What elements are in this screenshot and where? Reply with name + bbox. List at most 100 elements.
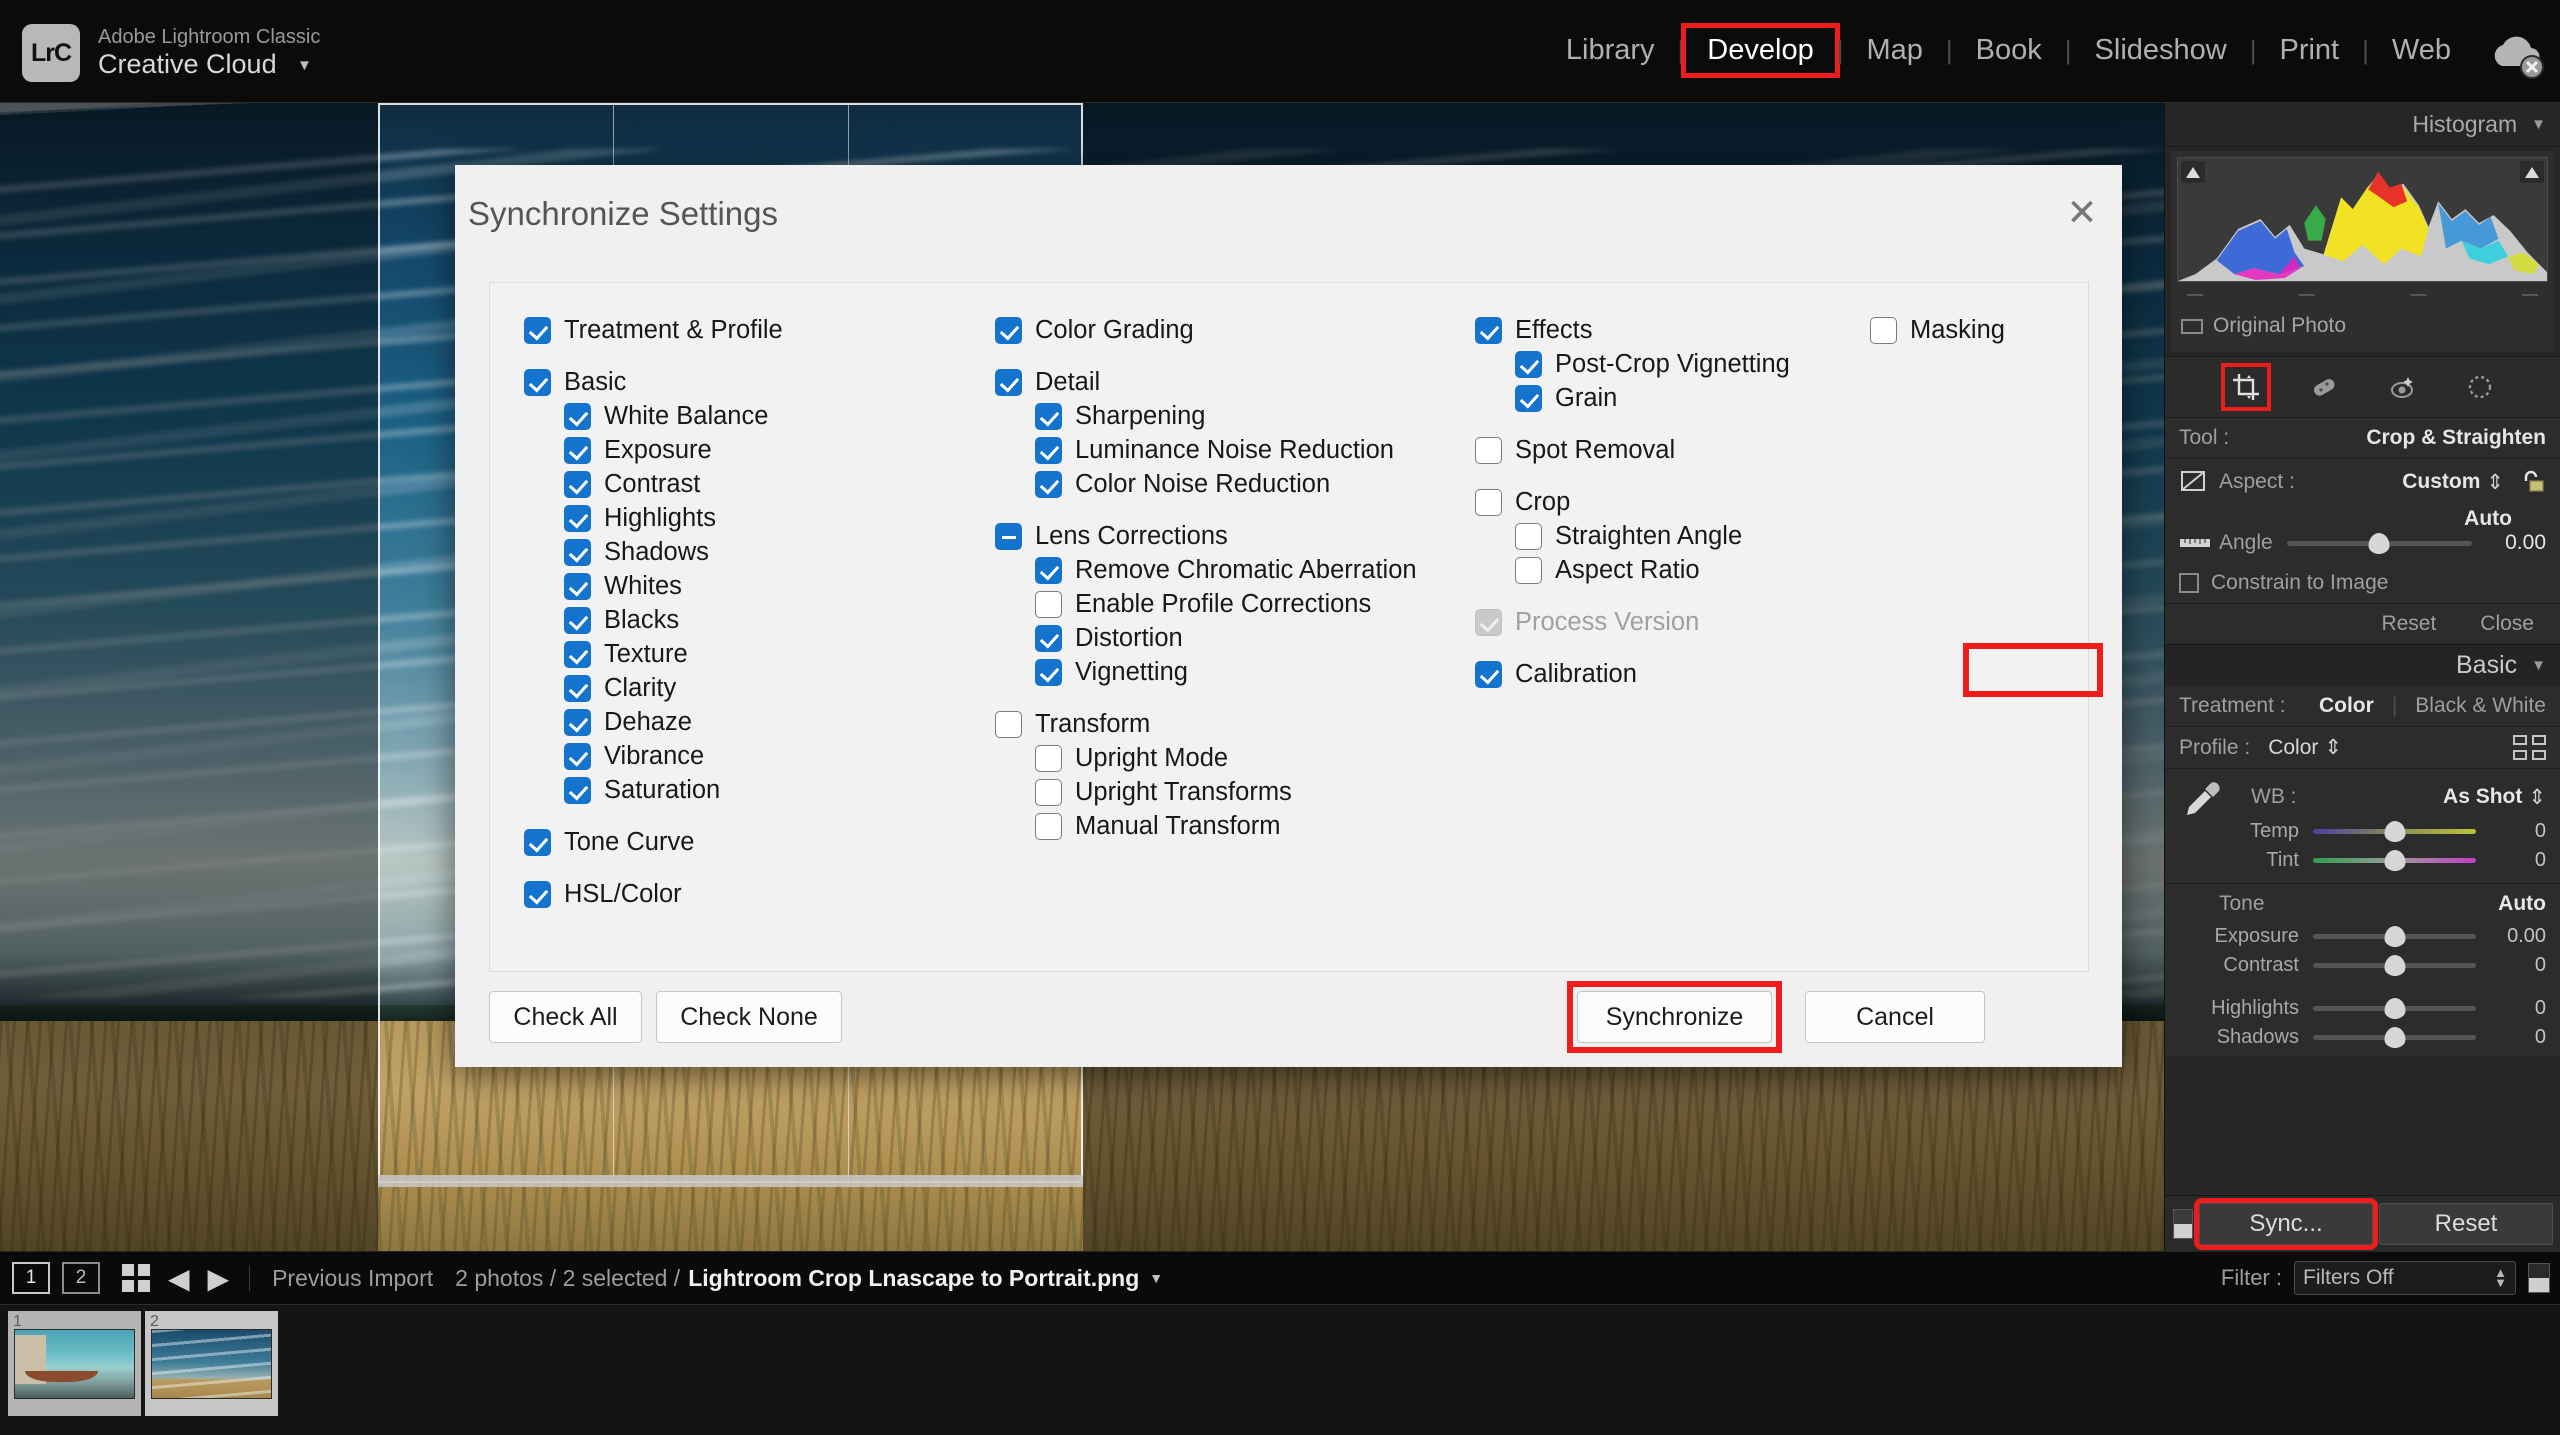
- checkbox-icon[interactable]: [564, 471, 591, 498]
- constrain-row[interactable]: Constrain to Image: [2165, 563, 2560, 603]
- treatment-color-option[interactable]: Color: [2319, 694, 2374, 718]
- close-icon[interactable]: ✕: [2060, 193, 2104, 237]
- sync-option-grain[interactable]: Grain: [1475, 383, 1855, 413]
- synchronize-button[interactable]: Synchronize: [1577, 991, 1772, 1043]
- tone-auto-button[interactable]: Auto: [2498, 892, 2546, 916]
- sync-option-manual-transform[interactable]: Manual Transform: [995, 811, 1475, 841]
- lock-open-icon[interactable]: [2516, 467, 2546, 497]
- sync-option-aspect-ratio[interactable]: Aspect Ratio: [1475, 555, 1855, 585]
- tint-row[interactable]: Tint 0: [2165, 846, 2560, 875]
- sync-option-color-noise-reduction[interactable]: Color Noise Reduction: [995, 469, 1475, 499]
- checkbox-icon[interactable]: [1035, 779, 1062, 806]
- filmstrip-toggle-icon[interactable]: [2528, 1263, 2550, 1293]
- original-photo-row[interactable]: Original Photo: [2177, 304, 2548, 346]
- product-title-row[interactable]: Creative Cloud ▼: [98, 49, 320, 80]
- sync-option-blacks[interactable]: Blacks: [524, 605, 994, 635]
- treatment-bw-option[interactable]: Black & White: [2415, 694, 2546, 718]
- module-book[interactable]: Book: [1955, 28, 2063, 73]
- checkbox-icon[interactable]: [564, 641, 591, 668]
- checkbox-icon[interactable]: [524, 829, 551, 856]
- aspect-row[interactable]: Aspect : Custom ⇕: [2165, 459, 2560, 505]
- view-single-button[interactable]: 1: [12, 1262, 50, 1294]
- checkbox-icon[interactable]: [1035, 437, 1062, 464]
- grid-view-icon[interactable]: [122, 1264, 150, 1292]
- tone-row-exposure[interactable]: Exposure 0.00: [2165, 922, 2560, 951]
- sync-option-hsl-color[interactable]: HSL/Color: [524, 879, 994, 909]
- profile-value[interactable]: Color: [2268, 736, 2318, 760]
- temp-slider[interactable]: [2313, 821, 2476, 842]
- sync-option-upright-mode[interactable]: Upright Mode: [995, 743, 1475, 773]
- checkbox-icon[interactable]: [1035, 591, 1062, 618]
- checkbox-icon[interactable]: [995, 369, 1022, 396]
- sync-option-crop[interactable]: Crop: [1475, 487, 1855, 517]
- crop-close-button[interactable]: Close: [2480, 612, 2534, 636]
- crop-reset-button[interactable]: Reset: [2381, 612, 2436, 636]
- sync-option-white-balance[interactable]: White Balance: [524, 401, 994, 431]
- module-develop[interactable]: Develop: [1681, 23, 1840, 78]
- checkbox-icon[interactable]: [524, 881, 551, 908]
- next-photo-icon[interactable]: ▶: [208, 1262, 230, 1295]
- sync-option-color-grading[interactable]: Color Grading: [995, 315, 1475, 345]
- tone-row-contrast[interactable]: Contrast 0: [2165, 951, 2560, 980]
- module-web[interactable]: Web: [2371, 28, 2472, 73]
- profile-browser-icon[interactable]: [2513, 735, 2546, 760]
- previous-photo-icon[interactable]: ◀: [168, 1262, 190, 1295]
- checkbox-icon[interactable]: [564, 709, 591, 736]
- tone-slider-track[interactable]: [2313, 1027, 2476, 1048]
- checkbox-icon[interactable]: [995, 711, 1022, 738]
- sync-option-texture[interactable]: Texture: [524, 639, 994, 669]
- sync-option-basic[interactable]: Basic: [524, 367, 994, 397]
- reset-button[interactable]: Reset: [2379, 1202, 2553, 1245]
- sync-option-spot-removal[interactable]: Spot Removal: [1475, 435, 1855, 465]
- sync-option-straighten-angle[interactable]: Straighten Angle: [1475, 521, 1855, 551]
- checkbox-icon[interactable]: [1475, 661, 1502, 688]
- sync-option-upright-transforms[interactable]: Upright Transforms: [995, 777, 1475, 807]
- stepper-icon[interactable]: ⇕: [2528, 785, 2546, 810]
- filmstrip-thumbnail[interactable]: 1: [8, 1311, 141, 1416]
- check-none-button[interactable]: Check None: [656, 991, 842, 1043]
- checkbox-icon[interactable]: [564, 743, 591, 770]
- angle-slider[interactable]: [2286, 532, 2472, 554]
- sync-option-post-crop-vignetting[interactable]: Post-Crop Vignetting: [1475, 349, 1855, 379]
- crop-handle-bottom[interactable]: [378, 1175, 1083, 1187]
- aspect-value[interactable]: Custom: [2402, 470, 2480, 494]
- sync-option-vibrance[interactable]: Vibrance: [524, 741, 994, 771]
- sync-option-luminance-noise-reduction[interactable]: Luminance Noise Reduction: [995, 435, 1475, 465]
- checkbox-icon[interactable]: [564, 403, 591, 430]
- tone-slider-track[interactable]: [2313, 998, 2476, 1019]
- sync-option-lens-corrections[interactable]: Lens Corrections: [995, 521, 1475, 551]
- cloud-sync-off-icon[interactable]: [2488, 30, 2550, 82]
- sync-option-vignetting[interactable]: Vignetting: [995, 657, 1475, 687]
- auto-label[interactable]: Auto: [2464, 507, 2546, 531]
- stepper-icon[interactable]: ⇕: [2324, 735, 2342, 760]
- constrain-checkbox[interactable]: [2179, 573, 2199, 593]
- checkbox-icon[interactable]: [1035, 745, 1062, 772]
- stepper-icon[interactable]: ▲ ▼: [2494, 1266, 2507, 1289]
- checkbox-icon[interactable]: [1035, 471, 1062, 498]
- checkbox-icon[interactable]: [564, 675, 591, 702]
- module-map[interactable]: Map: [1845, 28, 1943, 73]
- highlight-clipping-icon[interactable]: [2520, 161, 2544, 183]
- sync-option-remove-chromatic-aberration[interactable]: Remove Chromatic Aberration: [995, 555, 1475, 585]
- checkbox-icon[interactable]: [1035, 625, 1062, 652]
- sync-option-enable-profile-corrections[interactable]: Enable Profile Corrections: [995, 589, 1475, 619]
- sync-option-treatment-profile[interactable]: Treatment & Profile: [524, 315, 994, 345]
- module-slideshow[interactable]: Slideshow: [2074, 28, 2248, 73]
- crop-overlay-tool-icon[interactable]: [2220, 363, 2271, 411]
- cancel-button[interactable]: Cancel: [1805, 991, 1985, 1043]
- temp-row[interactable]: Temp 0: [2165, 817, 2560, 846]
- red-eye-tool-icon[interactable]: [2381, 367, 2423, 407]
- checkbox-icon[interactable]: [1515, 557, 1542, 584]
- sync-option-distortion[interactable]: Distortion: [995, 623, 1475, 653]
- tone-row-shadows[interactable]: Shadows 0: [2165, 1023, 2560, 1052]
- check-all-button[interactable]: Check All: [489, 991, 642, 1043]
- chevron-down-icon[interactable]: ▼: [1149, 1270, 1163, 1286]
- masking-tool-icon[interactable]: [2459, 367, 2501, 407]
- basic-panel-header[interactable]: Basic ▼: [2165, 644, 2560, 686]
- view-compare-button[interactable]: 2: [62, 1262, 100, 1294]
- checkbox-icon[interactable]: [1515, 351, 1542, 378]
- sync-option-transform[interactable]: Transform: [995, 709, 1475, 739]
- checkbox-icon[interactable]: [1475, 489, 1502, 516]
- sync-option-saturation[interactable]: Saturation: [524, 775, 994, 805]
- angle-row[interactable]: Angle 0.00: [2165, 531, 2560, 563]
